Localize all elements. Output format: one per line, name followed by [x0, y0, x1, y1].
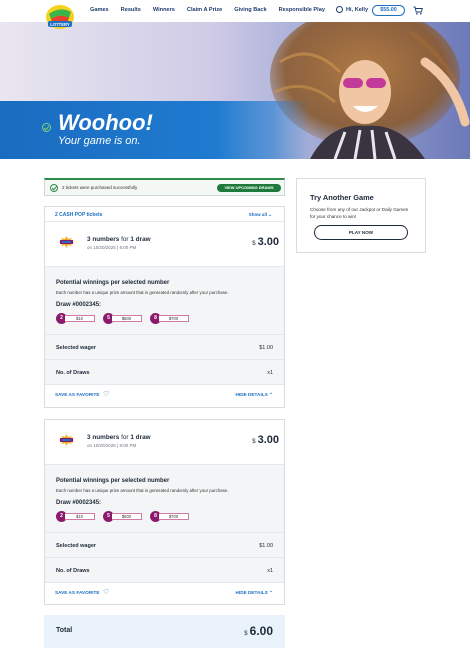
potential-winnings-title: Potential winnings per selected number — [56, 478, 170, 484]
success-message: 2 tickets were purchased successfully — [62, 185, 138, 190]
nav-giving-back[interactable]: Giving Back — [234, 7, 266, 13]
nav-results[interactable]: Results — [121, 7, 141, 13]
ticket-name: 3 numbers for 1 draw — [87, 434, 151, 441]
ticket-draws: 1 draw — [130, 434, 151, 441]
ticket-price-value: 3.00 — [257, 434, 279, 446]
pick-amount: $500 — [112, 315, 142, 322]
total-value: 6.00 — [249, 624, 273, 638]
ticket-date: on 10/20/2025 | 8:00 PM — [87, 245, 137, 250]
user-icon — [336, 6, 343, 13]
nav-claim-a-prize[interactable]: Claim A Prize — [187, 7, 222, 13]
pick-amount: $10 — [65, 513, 95, 520]
cart-icon[interactable] — [413, 6, 423, 15]
try-another-game-title: Try Another Game — [310, 193, 374, 202]
ticket-name: 3 numbers for 1 draw — [87, 236, 151, 243]
hero-banner: Woohoo! Your game is on. — [0, 22, 470, 159]
success-check-icon — [50, 183, 58, 192]
pick-amount: $500 — [112, 513, 142, 520]
view-upcoming-draws-button[interactable]: VIEW UPCOMING DRAWS — [217, 184, 281, 192]
selected-wager-row: Selected wager $1.00 — [45, 533, 284, 558]
draw-number: Draw #0002345: — [56, 302, 102, 308]
chevron-down-icon: ⌄ — [268, 212, 272, 217]
hide-details-link[interactable]: HIDE DETAILS ⌃ — [236, 392, 273, 398]
ticket-date: on 10/20/2025 | 8:00 PM — [87, 443, 137, 448]
show-all-label: Show all — [248, 212, 267, 217]
chevron-up-icon: ⌃ — [269, 590, 273, 595]
total-currency: $ — [244, 631, 248, 637]
heart-icon[interactable]: ♡ — [103, 589, 109, 596]
ticket-price-value: 3.00 — [257, 236, 279, 248]
tickets-header: 2 CASH POP tickets Show all ⌄ — [45, 207, 284, 222]
total-label: Total — [56, 627, 73, 634]
potential-winnings-title: Potential winnings per selected number — [56, 280, 170, 286]
ticket-card: 3 numbers for 1 draw on 10/20/2025 | 8:0… — [44, 419, 285, 605]
ticket-name-for: for — [119, 236, 131, 243]
user-greeting: Hi, Kelly — [346, 6, 369, 13]
top-nav: LOTTERY Games Results Winners Claim A Pr… — [0, 0, 470, 29]
account-menu[interactable]: Hi, Kelly — [336, 6, 368, 13]
selected-wager-value: $1.00 — [259, 345, 273, 351]
draws-count-row: No. of Draws x1 — [45, 360, 284, 385]
success-banner: 2 tickets were purchased successfully VI… — [44, 178, 285, 196]
chevron-up-icon: ⌃ — [269, 392, 273, 397]
ticket-summary: 3 numbers for 1 draw on 10/20/2025 | 8:0… — [45, 420, 284, 465]
selected-wager-row: Selected wager $1.00 — [45, 335, 284, 360]
ticket-card: 2 CASH POP tickets Show all ⌄ 3 numbers … — [44, 206, 285, 408]
try-another-game-text: Choose from any of our Jackpot or Daily … — [310, 207, 409, 219]
hide-details-label: HIDE DETAILS — [235, 392, 268, 397]
total-amount: $6.00 — [244, 624, 273, 638]
hide-details-link[interactable]: HIDE DETAILS ⌃ — [236, 590, 273, 596]
hero-subtitle: Your game is on. — [58, 135, 141, 147]
main-nav: Games Results Winners Claim A Prize Givi… — [90, 7, 337, 13]
balance-button[interactable]: $55.00 — [372, 5, 405, 16]
draws-count-label: No. of Draws — [56, 370, 90, 376]
ticket-name-for: for — [119, 434, 131, 441]
ticket-draws: 1 draw — [130, 236, 151, 243]
nav-winners[interactable]: Winners — [153, 7, 175, 13]
heart-icon[interactable]: ♡ — [103, 391, 109, 398]
draw-number: Draw #0002345: — [56, 500, 102, 506]
selected-wager-value: $1.00 — [259, 543, 273, 549]
selected-wager-label: Selected wager — [56, 543, 97, 549]
lottery-logo[interactable]: LOTTERY — [44, 4, 76, 32]
draws-count-value: x1 — [267, 370, 273, 376]
save-as-favorite-link[interactable]: SAVE AS FAVORITE — [55, 590, 99, 595]
cash-pop-logo — [58, 236, 75, 248]
draws-count-row: No. of Draws x1 — [45, 558, 284, 583]
pick-amount: $700 — [159, 315, 189, 322]
ticket-summary: 3 numbers for 1 draw on 10/20/2025 | 8:0… — [45, 222, 284, 267]
show-all-toggle[interactable]: Show all ⌄ — [249, 212, 272, 218]
nav-responsible-play[interactable]: Responsible Play — [279, 7, 325, 13]
ticket-footer: SAVE AS FAVORITE ♡ HIDE DETAILS ⌃ — [45, 385, 284, 406]
ticket-footer: SAVE AS FAVORITE ♡ HIDE DETAILS ⌃ — [45, 583, 284, 604]
ticket-currency: $ — [252, 439, 256, 445]
selected-wager-label: Selected wager — [56, 345, 97, 351]
cash-pop-logo — [58, 434, 75, 446]
pick-amount: $10 — [65, 315, 95, 322]
svg-text:LOTTERY: LOTTERY — [50, 22, 70, 27]
hero-title: Woohoo! — [58, 110, 153, 135]
draws-count-label: No. of Draws — [56, 568, 90, 574]
potential-winnings-note: Each number has a unique prize amount th… — [56, 290, 229, 295]
potential-winnings-note: Each number has a unique prize amount th… — [56, 488, 229, 493]
ticket-price: $3.00 — [252, 434, 279, 446]
hide-details-label: HIDE DETAILS — [235, 590, 268, 595]
try-another-game-card: Try Another Game Choose from any of our … — [296, 178, 426, 253]
save-as-favorite-link[interactable]: SAVE AS FAVORITE — [55, 392, 99, 397]
check-circle-icon — [42, 123, 51, 132]
potential-winnings: Potential winnings per selected number E… — [45, 465, 284, 533]
pick-amount: $700 — [159, 513, 189, 520]
play-now-button[interactable]: PLAY NOW — [314, 225, 408, 240]
tickets-count-label: 2 CASH POP tickets — [55, 212, 103, 218]
ticket-currency: $ — [252, 241, 256, 247]
draws-count-value: x1 — [267, 568, 273, 574]
nav-games[interactable]: Games — [90, 7, 109, 13]
ticket-price: $3.00 — [252, 236, 279, 248]
ticket-numbers: 3 numbers — [87, 236, 120, 243]
potential-winnings: Potential winnings per selected number E… — [45, 267, 284, 335]
ticket-numbers: 3 numbers — [87, 434, 120, 441]
order-total: Total $6.00 — [44, 615, 285, 648]
